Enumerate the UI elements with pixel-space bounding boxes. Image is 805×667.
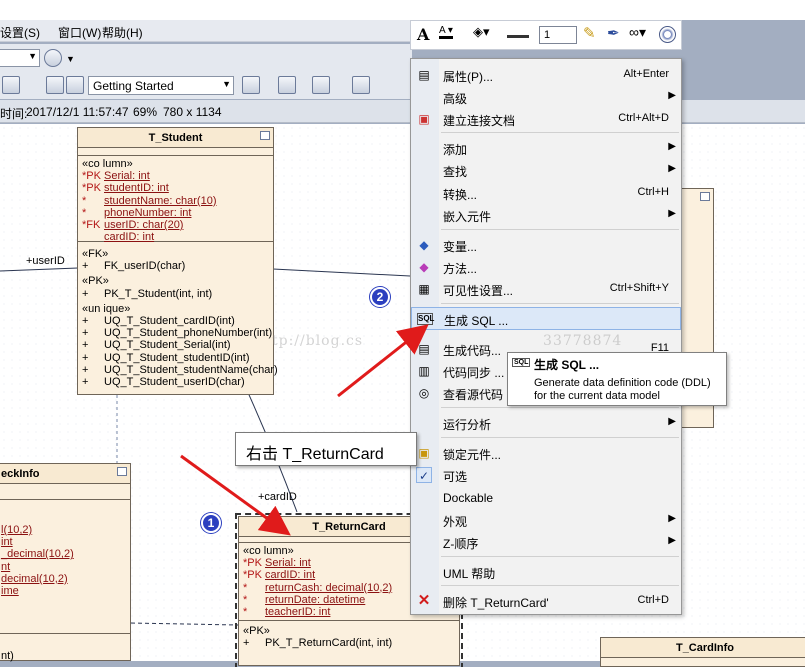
arrow-to-returncard [180,454,291,536]
step-badge-1: 1 [201,513,221,533]
arrow-to-generate-sql [337,324,429,398]
annotation-arrows [180,324,429,536]
step-badge-2: 2 [370,287,390,307]
